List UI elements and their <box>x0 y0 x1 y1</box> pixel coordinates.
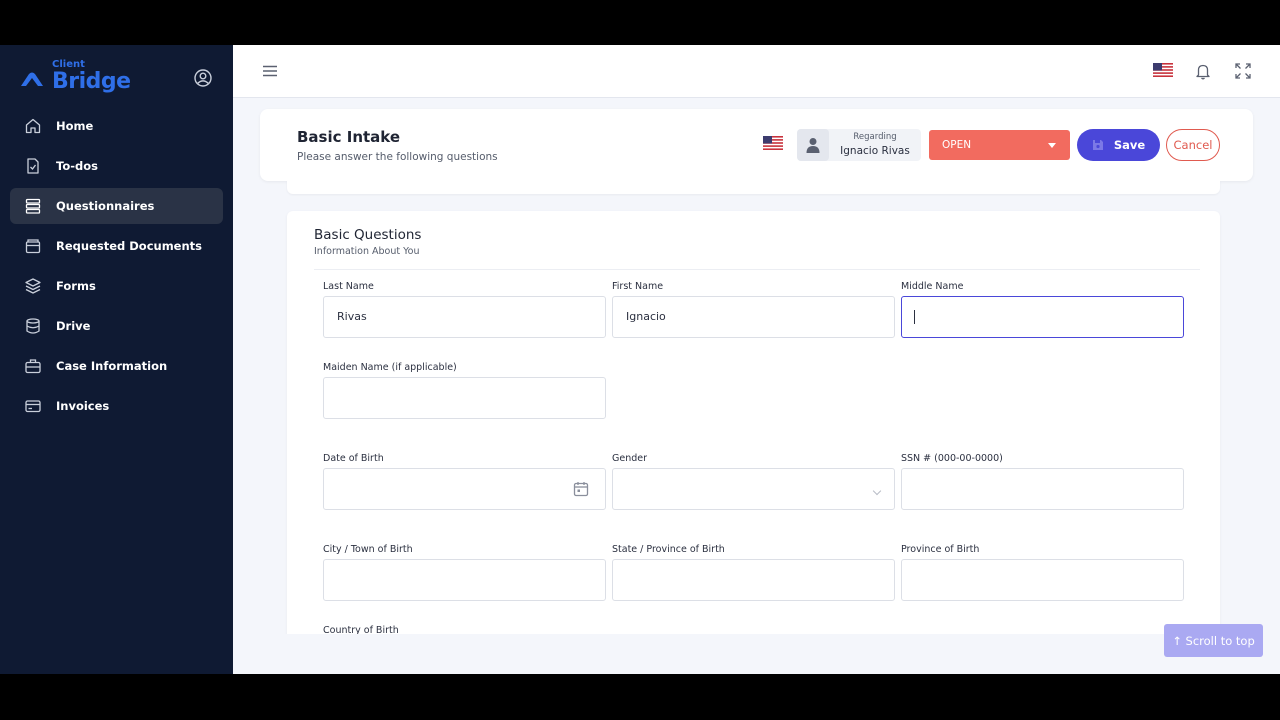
city-of-birth-input[interactable] <box>323 559 606 601</box>
logo-small-text: Client <box>52 58 85 70</box>
first-name-input[interactable]: Ignacio <box>612 296 895 338</box>
gender-select[interactable] <box>612 468 895 510</box>
drive-icon <box>24 317 42 335</box>
logo-text: Client Bridge <box>52 58 131 94</box>
us-flag-icon[interactable] <box>1153 63 1173 77</box>
field-label: Last Name <box>323 281 374 292</box>
sidebar-item-label: To-dos <box>56 159 98 173</box>
calendar-icon[interactable] <box>572 480 590 498</box>
logo-mark-icon <box>21 72 43 86</box>
us-flag-icon[interactable] <box>763 136 783 150</box>
field-label: State / Province of Birth <box>612 544 725 555</box>
briefcase-icon <box>24 357 42 375</box>
documents-icon <box>24 237 42 255</box>
page-title: Basic Intake <box>297 128 401 146</box>
province-of-birth-input[interactable] <box>901 559 1184 601</box>
sidebar-item-label: Drive <box>56 319 91 333</box>
sidebar-item-label: Forms <box>56 279 96 293</box>
sidebar: Client Bridge Home To-dos Questionnaires… <box>0 45 233 674</box>
sidebar-item-label: Requested Documents <box>56 239 203 253</box>
sidebar-item-invoices[interactable]: Invoices <box>10 388 223 424</box>
province-of-birth-field: Province of Birth <box>901 544 1184 601</box>
forms-icon <box>24 277 42 295</box>
sidebar-item-todos[interactable]: To-dos <box>10 148 223 184</box>
city-of-birth-field: City / Town of Birth <box>323 544 606 601</box>
field-label: First Name <box>612 281 664 292</box>
sidebar-item-label: Invoices <box>56 399 110 413</box>
field-label: Maiden Name (if applicable) <box>323 362 457 373</box>
logo-big-text: Bridge <box>52 68 131 94</box>
avatar <box>797 129 829 161</box>
cancel-button-label: Cancel <box>1173 138 1213 152</box>
hamburger-menu-icon[interactable] <box>261 63 279 79</box>
bell-icon[interactable] <box>1194 62 1212 80</box>
questionnaire-icon <box>24 197 42 215</box>
save-icon <box>1092 140 1103 150</box>
status-value: OPEN <box>942 139 972 151</box>
maiden-name-input[interactable] <box>323 377 606 419</box>
app-frame: Client Bridge Home To-dos Questionnaires… <box>0 45 1280 674</box>
scroll-to-top-button[interactable]: ↑ Scroll to top <box>1164 624 1263 657</box>
ssn-field: SSN # (000-00-0000) <box>901 453 1184 510</box>
sidebar-item-case-information[interactable]: Case Information <box>10 348 223 384</box>
section-divider <box>314 269 1200 270</box>
intake-header-card: Basic Intake Please answer the following… <box>260 109 1253 181</box>
field-label: City / Town of Birth <box>323 544 413 555</box>
home-icon <box>24 117 42 135</box>
field-label: Middle Name <box>901 281 964 292</box>
sidebar-item-home[interactable]: Home <box>10 108 223 144</box>
text-cursor <box>914 310 915 324</box>
field-label: Gender <box>612 453 648 464</box>
first-name-field: First Name Ignacio <box>612 281 895 338</box>
section-title: Basic Questions <box>314 227 422 243</box>
sidebar-nav: Home To-dos Questionnaires Requested Doc… <box>10 108 223 428</box>
field-label: Date of Birth <box>323 453 384 464</box>
scroll-to-top-label: ↑ Scroll to top <box>1172 633 1255 648</box>
basic-questions-card: Basic Questions Information About You La… <box>287 211 1220 634</box>
chevron-down-icon <box>872 486 882 496</box>
date-of-birth-input[interactable] <box>323 468 606 510</box>
last-name-input[interactable]: Rivas <box>323 296 606 338</box>
country-of-birth-field: Country of Birth <box>323 625 606 634</box>
person-icon <box>806 138 820 153</box>
date-of-birth-field: Date of Birth <box>323 453 606 510</box>
page-subtitle: Please answer the following questions <box>297 151 498 163</box>
sidebar-item-drive[interactable]: Drive <box>10 308 223 344</box>
sidebar-item-label: Questionnaires <box>56 199 155 213</box>
sidebar-item-requested-documents[interactable]: Requested Documents <box>10 228 223 264</box>
field-label: Province of Birth <box>901 544 980 555</box>
user-circle-icon[interactable] <box>193 68 213 88</box>
fullscreen-icon[interactable] <box>1234 62 1252 80</box>
section-subtitle: Information About You <box>314 246 420 257</box>
regarding-name: Ignacio Rivas <box>840 145 910 157</box>
topbar <box>233 45 1280 98</box>
field-label: SSN # (000-00-0000) <box>901 453 1003 464</box>
sidebar-item-label: Case Information <box>56 359 168 373</box>
middle-name-input[interactable] <box>901 296 1184 338</box>
state-of-birth-input[interactable] <box>612 559 895 601</box>
save-button-label: Save <box>1113 138 1146 152</box>
todo-icon <box>24 157 42 175</box>
gender-field: Gender <box>612 453 895 510</box>
regarding-label: Regarding <box>853 132 897 142</box>
state-of-birth-field: State / Province of Birth <box>612 544 895 601</box>
invoice-icon <box>24 397 42 415</box>
content-scroll-area[interactable]: Basic Questions Information About You La… <box>260 181 1253 634</box>
regarding-client[interactable]: Regarding Ignacio Rivas <box>797 129 921 161</box>
last-name-field: Last Name Rivas <box>323 281 606 338</box>
maiden-name-field: Maiden Name (if applicable) <box>323 362 606 419</box>
status-select[interactable]: OPEN <box>929 130 1070 160</box>
sidebar-item-questionnaires[interactable]: Questionnaires <box>10 188 223 224</box>
field-label: Country of Birth <box>323 625 399 634</box>
previous-section-card <box>287 181 1220 194</box>
middle-name-field: Middle Name <box>901 281 1184 338</box>
cancel-button[interactable]: Cancel <box>1166 129 1220 161</box>
sidebar-item-label: Home <box>56 119 94 133</box>
logo[interactable]: Client Bridge <box>20 59 131 95</box>
save-button[interactable]: Save <box>1077 129 1160 161</box>
caret-down-icon <box>1048 143 1056 148</box>
sidebar-item-forms[interactable]: Forms <box>10 268 223 304</box>
ssn-input[interactable] <box>901 468 1184 510</box>
